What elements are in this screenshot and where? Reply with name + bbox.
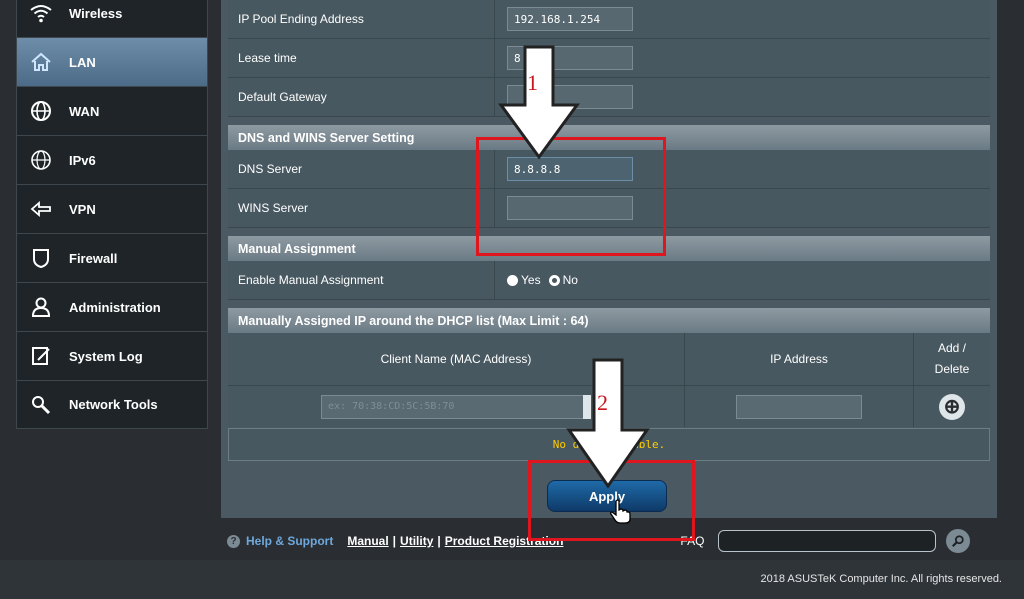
sidebar-item-ipv6[interactable]: IPv6	[16, 135, 208, 184]
sidebar-item-vpn[interactable]: VPN	[16, 184, 208, 233]
pool-end-field[interactable]: 192.168.1.254	[507, 7, 633, 31]
client-mac-input[interactable]: ex: 70:38:CD:5C:5B:70	[321, 394, 591, 419]
tools-icon	[27, 391, 55, 419]
lease-time-label: Lease time	[228, 39, 495, 77]
help-icon: ?	[227, 534, 240, 548]
sidebar-item-label: WAN	[69, 103, 100, 119]
sidebar-item-label: LAN	[69, 54, 96, 70]
shield-icon	[27, 244, 55, 272]
sidebar-item-wireless[interactable]: Wireless	[16, 0, 208, 37]
copyright-text: 2018 ASUSTeK Computer Inc. All rights re…	[760, 573, 1002, 585]
help-support-link[interactable]: Help & Support	[246, 534, 333, 548]
vpn-icon	[27, 195, 55, 223]
user-icon	[27, 293, 55, 321]
ipv6-globe-icon	[27, 146, 55, 174]
default-gateway-row: Default Gateway	[228, 78, 990, 117]
add-button[interactable]: ⊕	[939, 393, 965, 420]
search-icon[interactable]	[946, 529, 971, 553]
arrow-down-icon	[498, 45, 580, 160]
globe-icon	[27, 97, 55, 125]
radio-dot-icon	[507, 274, 518, 286]
home-icon	[27, 48, 55, 76]
pool-end-row: IP Pool Ending Address 192.168.1.254	[228, 0, 990, 39]
sidebar-item-label: VPN	[69, 201, 96, 217]
sidebar-item-lan[interactable]: LAN	[16, 37, 208, 86]
sidebar-item-administration[interactable]: Administration	[16, 282, 208, 331]
dns-server-label: DNS Server	[228, 150, 495, 188]
sidebar-item-label: Firewall	[69, 250, 118, 266]
sidebar-item-firewall[interactable]: Firewall	[16, 233, 208, 282]
col-add-delete: Add / Delete	[934, 341, 970, 376]
step-number-1: 1	[527, 70, 538, 95]
sidebar-item-label: Network Tools	[69, 397, 158, 412]
sidebar-item-label: System Log	[69, 348, 143, 364]
sidebar-menu: Wireless LAN WAN IPv6 VPN Firewall Admin…	[16, 0, 208, 429]
enable-manual-row: Enable Manual Assignment Yes No	[228, 261, 990, 300]
radio-selected-icon	[548, 274, 560, 286]
ip-address-input[interactable]	[736, 394, 862, 419]
manual-link[interactable]: Manual	[347, 534, 388, 548]
col-ip-address: IP Address	[685, 333, 914, 385]
step-number-2: 2	[597, 390, 608, 415]
faq-search-input[interactable]	[718, 530, 937, 552]
wifi-icon	[27, 0, 55, 27]
radio-no[interactable]: No	[548, 273, 578, 287]
lease-time-row: Lease time 8	[228, 39, 990, 78]
utility-link[interactable]: Utility	[400, 534, 433, 548]
sidebar-item-label: Administration	[69, 299, 161, 315]
sidebar-item-wan[interactable]: WAN	[16, 86, 208, 135]
assigned-list-title: Manually Assigned IP around the DHCP lis…	[228, 308, 990, 333]
sidebar-item-network-tools[interactable]: Network Tools	[16, 380, 208, 429]
radio-yes[interactable]: Yes	[507, 273, 541, 287]
sidebar-item-label: Wireless	[69, 5, 123, 21]
enable-manual-label: Enable Manual Assignment	[228, 261, 495, 299]
arrow-down-icon	[566, 358, 650, 489]
wins-server-label: WINS Server	[228, 189, 495, 227]
sidebar-item-system-log[interactable]: System Log	[16, 331, 208, 380]
sidebar-item-label: IPv6	[69, 152, 96, 168]
default-gateway-label: Default Gateway	[228, 78, 495, 116]
hand-cursor-icon	[610, 499, 631, 524]
pool-end-label: IP Pool Ending Address	[228, 0, 495, 38]
log-icon	[27, 342, 55, 370]
